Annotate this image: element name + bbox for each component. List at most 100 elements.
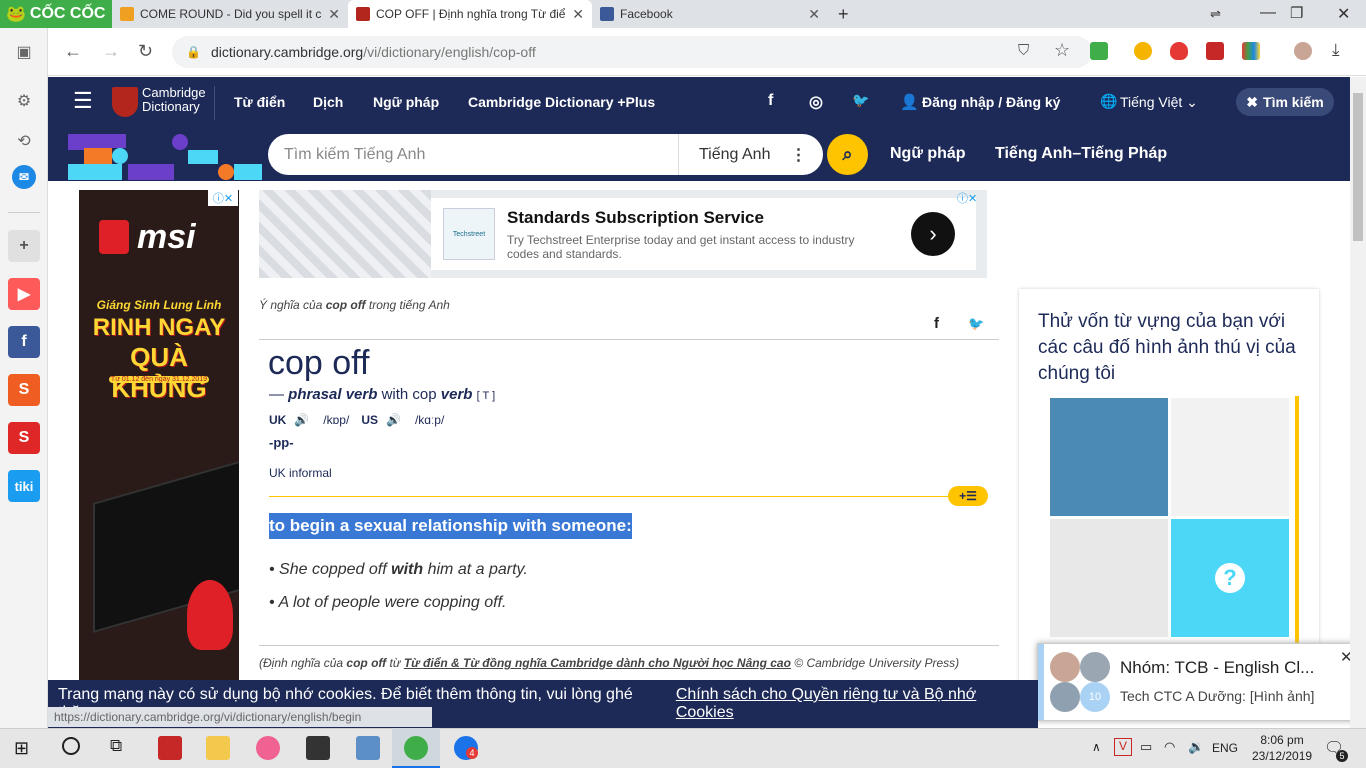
divider [259,645,999,646]
facebook-icon[interactable]: f [768,92,773,110]
peeler-image[interactable] [1171,398,1289,516]
scrollbar-thumb[interactable] [1353,93,1363,241]
msi-logo: msi [137,218,196,256]
decor-block [218,164,234,180]
close-icon[interactable]: ✕ [808,6,820,23]
msi-ad[interactable]: msi Giáng Sinh Lung Linh RINH NGAY QUÀ K… [79,190,239,680]
sticky-notes-icon[interactable] [306,736,330,760]
download-icon[interactable]: ⤓ [1332,40,1340,60]
ad-arrow-button[interactable]: › [911,212,955,256]
task-view-icon[interactable]: ⧉ [110,736,122,756]
app-icon[interactable] [356,736,380,760]
windows-start-icon[interactable]: ⊞ [14,738,29,759]
unknown-image[interactable]: ? [1171,519,1289,637]
promo-line: Giáng Sinh Lung Linh [96,298,222,312]
gear-icon[interactable]: ⚙ [12,89,36,113]
paint-icon[interactable] [256,736,280,760]
back-button[interactable]: ← [64,41,82,62]
login-link[interactable]: Đăng nhập / Đăng ký [922,94,1060,110]
download-ext-icon[interactable] [1090,42,1108,60]
tab-favicon-icon [120,7,134,21]
instagram-icon[interactable]: ◎ [809,92,823,112]
site-logo[interactable]: Cambridge Dictionary [142,86,206,114]
messenger-icon[interactable]: ✉ [12,165,36,189]
facebook-app-icon[interactable]: f [8,326,40,358]
address-bar[interactable]: 🔒 dictionary.cambridge.org/vi/dictionary… [172,36,1092,68]
tray-chevron-icon[interactable]: ∧ [1092,740,1101,754]
chrome-ext-icon[interactable] [1134,42,1152,60]
sidebar-toggle-icon[interactable]: ▣ [12,40,36,64]
share-facebook-icon[interactable]: f [934,315,939,332]
link-grammar[interactable]: Ngữ pháp [890,145,966,163]
mascot-image [187,580,233,650]
search-button[interactable]: ⌕ [827,134,868,175]
nav-dictionary[interactable]: Từ điển [234,94,285,110]
tray-battery-icon[interactable]: ▭ [1140,739,1152,755]
youtube-icon[interactable]: ▶ [8,278,40,310]
credit-link[interactable]: Từ điển & Từ đồng nghĩa Cambridge dành c… [404,656,791,670]
clock[interactable]: 8:06 pm 23/12/2019 [1252,732,1312,764]
scrollbar[interactable] [1350,77,1366,728]
language-select[interactable]: Tiếng Việt ⌄ [1120,94,1198,111]
msi-dragon-icon [99,220,129,254]
add-app-icon[interactable]: + [8,230,40,262]
reload-button[interactable]: ↻ [138,41,153,62]
sendo-icon[interactable]: S [8,422,40,454]
zalo-badge: 4 [466,747,478,759]
app-icon[interactable] [158,736,182,760]
chat-title: Nhóm: TCB - English Cl... [1120,658,1315,677]
adchoices-icon[interactable]: ⓘ✕ [208,190,238,206]
tray-app-icon[interactable]: V [1114,738,1132,756]
close-icon: ✖ [1246,93,1259,110]
search-icon[interactable] [62,737,80,755]
adchoices-icon[interactable]: ⓘ✕ [957,190,987,205]
maximize-button[interactable]: ❐ [1290,4,1303,22]
history-icon[interactable]: ⟲ [12,129,36,153]
shopee-icon[interactable]: S [8,374,40,406]
language-indicator[interactable]: ENG [1212,741,1238,755]
browser-brand[interactable]: 🐸 CỐC CỐC [0,0,112,28]
close-icon[interactable]: ✕ [328,6,340,23]
avatar [1050,682,1080,712]
volume-icon[interactable]: 🔉 [1188,739,1204,755]
ad-body: Try Techstreet Enterprise today and get … [507,233,855,261]
search-toggle-button[interactable]: ✖ Tìm kiếm [1236,88,1334,116]
record-ext-icon[interactable] [1206,42,1224,60]
bookmark-star-icon[interactable]: ☆ [1054,40,1070,61]
tab-come-round[interactable]: COME ROUND - Did you spell it co ✕ [112,0,348,28]
add-to-list-button[interactable]: +☰ [948,486,988,506]
chat-notification[interactable]: 10 Nhóm: TCB - English Cl... Tech CTC A … [1037,643,1361,721]
twitter-icon[interactable]: 🐦 [852,92,869,109]
tab-search-icon[interactable]: ⇌ [1210,6,1221,22]
shield-icon[interactable]: ⛉ [1018,42,1029,59]
profile-avatar[interactable] [1294,42,1312,60]
new-tab-button[interactable]: + [838,4,849,25]
hamburger-menu-icon[interactable]: ☰ [73,90,93,112]
audio-us-icon[interactable]: 🔊 [386,413,401,427]
share-twitter-icon[interactable]: 🐦 [968,316,984,332]
dishwasher-image[interactable] [1050,398,1168,516]
close-icon[interactable]: ✕ [572,6,584,23]
nav-grammar[interactable]: Ngữ pháp [373,94,439,110]
dictionary-select[interactable]: Tiếng Anh ⋮ [678,134,823,175]
audio-uk-icon[interactable]: 🔊 [294,413,309,427]
tiki-icon[interactable]: tiki [8,470,40,502]
wifi-icon[interactable]: ◠ [1164,739,1175,755]
masher-image[interactable] [1050,519,1168,637]
tab-facebook[interactable]: Facebook ✕ [592,0,828,28]
minimize-button[interactable]: — [1260,4,1276,22]
file-explorer-icon[interactable] [206,736,230,760]
avatar [1050,652,1080,682]
colorful-ext-icon[interactable] [1242,42,1260,60]
nav-translate[interactable]: Dịch [313,94,343,110]
cookie-policy-link[interactable]: Chính sách cho Quyền riêng tư và Bộ nhớ … [676,686,1038,722]
forward-button[interactable]: → [102,41,120,62]
window-close-button[interactable]: ✕ [1337,4,1350,24]
tab-cop-off[interactable]: COP OFF | Định nghĩa trong Từ điể ✕ [348,0,592,28]
ad-card[interactable]: Techstreet Standards Subscription Servic… [431,198,976,270]
quiz-panel[interactable]: Thử vốn từ vựng của bạn với các câu đố h… [1019,289,1319,689]
adblock-ext-icon[interactable] [1170,42,1188,60]
link-english-french[interactable]: Tiếng Anh–Tiếng Pháp [995,145,1167,163]
nav-plus[interactable]: Cambridge Dictionary +Plus [468,94,655,110]
header-divider [214,86,215,120]
